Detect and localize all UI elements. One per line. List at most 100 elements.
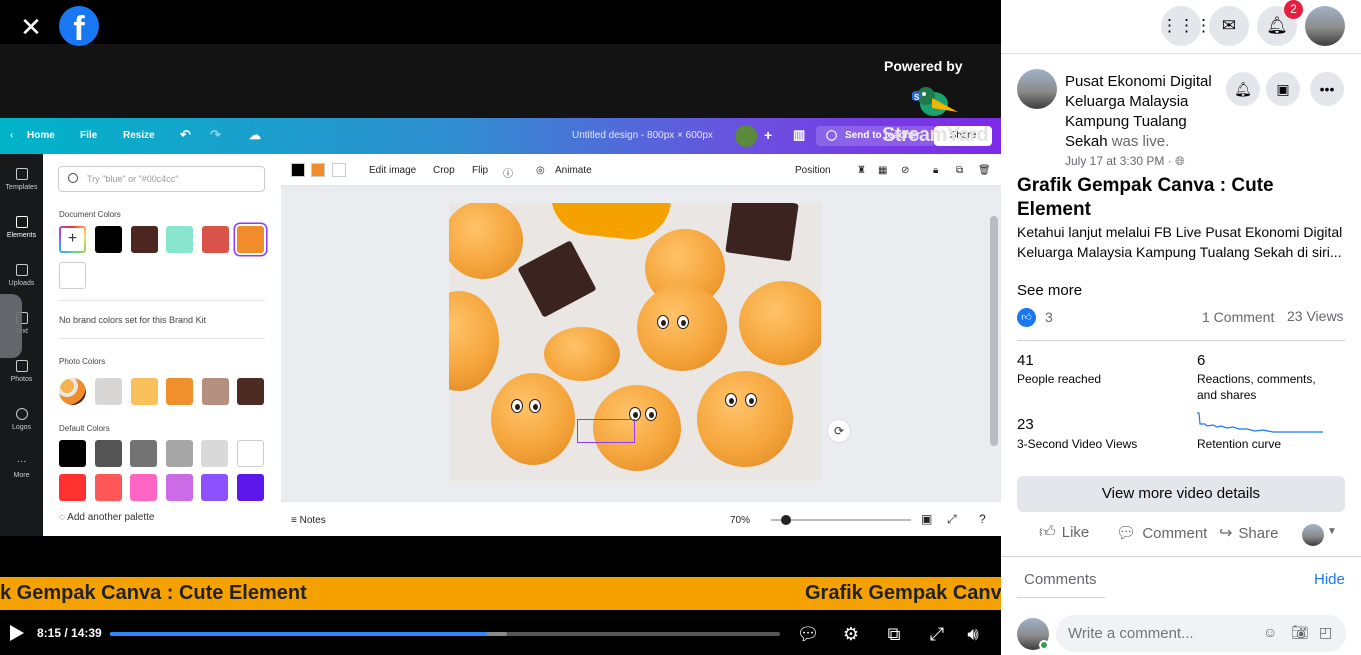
page-name[interactable]: Pusat Ekonomi Digital Keluarga Malaysia … <box>1065 72 1233 152</box>
sidebar-elements[interactable]: Elements <box>0 216 43 239</box>
color-swatch[interactable] <box>94 440 122 467</box>
sidebar-templates[interactable]: Templates <box>0 168 43 191</box>
toolbar-swatch[interactable] <box>332 163 346 177</box>
canva-file[interactable]: File <box>80 130 97 141</box>
position-button[interactable]: Position <box>795 165 831 176</box>
trash-icon[interactable]: 🗑︎ <box>978 165 991 176</box>
canva-resize[interactable]: Resize <box>123 130 155 141</box>
design-photo[interactable] <box>449 203 821 481</box>
post-as-avatar[interactable] <box>1302 524 1324 546</box>
account-avatar[interactable] <box>1305 6 1345 46</box>
messenger-icon[interactable]: ✉ <box>1209 6 1249 46</box>
flip-button[interactable]: Flip <box>472 165 488 176</box>
streamyard-overlay-pill[interactable] <box>0 294 22 358</box>
menu-grid-icon[interactable]: ⋮⋮⋮ <box>1161 6 1212 46</box>
toolbar-swatch[interactable] <box>311 163 325 177</box>
facebook-logo[interactable]: f <box>59 6 99 46</box>
color-swatch[interactable] <box>201 474 228 501</box>
more-options-icon[interactable]: ••• <box>1310 72 1344 106</box>
see-more-link[interactable]: See more <box>1017 282 1082 299</box>
play-icon[interactable] <box>10 625 24 641</box>
color-swatch[interactable] <box>59 474 86 501</box>
write-comment-input[interactable] <box>1068 625 1258 642</box>
volume-icon[interactable]: 🔊︎ <box>961 622 985 646</box>
color-swatch[interactable] <box>130 378 158 405</box>
sidebar-photos[interactable]: Photos <box>0 360 43 383</box>
paint-roller-icon[interactable]: ♜ <box>857 165 866 176</box>
lock-icon[interactable]: 🔒︎ <box>933 165 938 176</box>
crop-button[interactable]: Crop <box>433 165 455 176</box>
share-button[interactable]: ↪ Share <box>1219 523 1278 543</box>
like-reaction-icon[interactable]: 👍︎ <box>1017 308 1036 327</box>
color-swatch[interactable] <box>165 474 193 501</box>
duplicate-icon[interactable]: ⧉ <box>956 165 963 176</box>
progress-bar[interactable] <box>110 632 780 636</box>
close-icon[interactable]: ✕ <box>14 10 48 44</box>
picture-in-picture-icon[interactable]: ⧉ <box>882 622 906 646</box>
back-chevron-icon[interactable]: ‹ <box>10 130 13 141</box>
edit-image-button[interactable]: Edit image <box>369 165 416 176</box>
color-search-input[interactable]: Try "blue" or "#00c4cc" <box>58 166 265 192</box>
animate-button[interactable]: Animate <box>555 165 592 176</box>
photo-thumbnail[interactable] <box>59 378 86 405</box>
captions-icon[interactable]: 💬︎ <box>796 622 820 646</box>
save-post-icon[interactable]: ▣ <box>1266 72 1300 106</box>
emoji-icon[interactable]: ☺ <box>1263 624 1277 640</box>
refresh-icon[interactable]: ⟳ <box>827 419 851 443</box>
undo-icon[interactable]: ↶ <box>180 127 191 143</box>
sidebar-more[interactable]: ··· More <box>0 456 43 479</box>
color-swatch[interactable] <box>201 226 229 253</box>
transparency-icon[interactable]: ▦ <box>878 165 887 176</box>
settings-gear-icon[interactable]: ⚙ <box>839 622 863 646</box>
color-swatch[interactable] <box>165 440 193 467</box>
notes-button[interactable]: ≡ Notes <box>291 515 326 526</box>
add-member-icon[interactable]: + <box>764 127 772 143</box>
add-color-button[interactable]: + <box>59 226 86 253</box>
zoom-slider-knob[interactable] <box>781 515 791 525</box>
vertical-scrollbar[interactable] <box>990 216 998 446</box>
selection-box[interactable] <box>577 419 635 443</box>
canva-user-avatar[interactable] <box>735 125 757 147</box>
reaction-count[interactable]: 3 <box>1045 309 1053 325</box>
redo-icon[interactable]: ↷ <box>210 127 221 143</box>
chevron-down-icon[interactable]: ▼ <box>1327 526 1337 537</box>
color-swatch[interactable] <box>130 440 157 467</box>
color-swatch[interactable] <box>59 440 86 467</box>
insights-icon[interactable]: ▥ <box>793 127 805 143</box>
follow-bell-icon[interactable]: 🔔︎ <box>1226 72 1260 106</box>
page-count-icon[interactable]: ▣ <box>921 512 932 526</box>
color-swatch[interactable] <box>59 262 86 289</box>
color-swatch[interactable] <box>130 474 157 501</box>
animate-icon[interactable]: ◎ <box>536 165 545 176</box>
comment-button[interactable]: 💬︎ Comment <box>1116 523 1207 543</box>
hide-comments-link[interactable]: Hide <box>1314 571 1345 588</box>
comment-box[interactable]: ☺ 📷︎ ◰ <box>1056 615 1346 652</box>
color-swatch[interactable] <box>166 226 193 253</box>
color-swatch[interactable] <box>95 378 122 405</box>
page-avatar[interactable] <box>1017 69 1057 109</box>
fullscreen-icon[interactable]: ⤢ <box>947 512 957 527</box>
color-swatch[interactable] <box>130 226 158 253</box>
color-swatch[interactable] <box>236 474 264 501</box>
color-swatch[interactable] <box>236 440 264 467</box>
color-swatch[interactable] <box>95 226 122 253</box>
color-swatch[interactable] <box>166 378 193 405</box>
color-swatch[interactable] <box>237 226 264 253</box>
info-icon[interactable]: ⓘ <box>503 165 513 180</box>
zoom-slider[interactable] <box>771 519 911 521</box>
comment-count[interactable]: 1 Comment <box>1202 309 1274 325</box>
post-date[interactable]: July 17 at 3:30 PM · 🌐︎ <box>1065 154 1185 169</box>
add-another-palette-link[interactable]: ◌ Add another palette <box>59 512 154 523</box>
view-more-video-details-button[interactable]: View more video details <box>1017 476 1345 512</box>
camera-icon[interactable]: 📷︎ <box>1291 624 1309 641</box>
color-swatch[interactable] <box>237 378 264 405</box>
color-swatch[interactable] <box>201 378 229 405</box>
color-swatch[interactable] <box>201 440 228 467</box>
sidebar-logos[interactable]: Logos <box>0 408 43 431</box>
help-icon[interactable]: ? <box>979 512 986 526</box>
sidebar-uploads[interactable]: Uploads <box>0 264 43 287</box>
canva-home[interactable]: Home <box>27 130 55 141</box>
like-button[interactable]: 👍︎ Like <box>1039 523 1089 542</box>
sticker-icon[interactable]: ◰ <box>1319 624 1332 641</box>
link-icon[interactable]: ⊘ <box>901 165 909 176</box>
